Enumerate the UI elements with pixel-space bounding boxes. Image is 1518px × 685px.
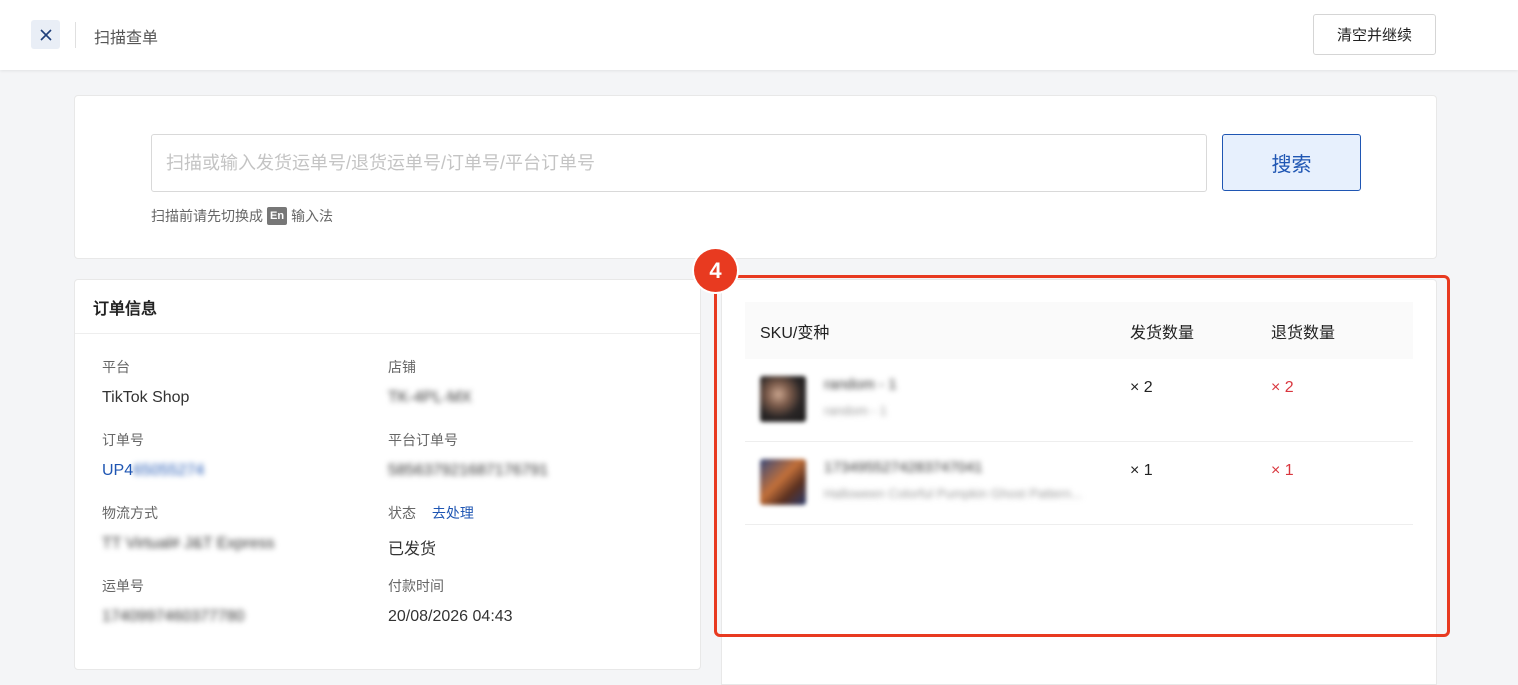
status-label: 状态 bbox=[388, 505, 416, 521]
store-value: TK-4PL-MX bbox=[388, 389, 472, 406]
table-row: random - 1 random - 1 × 2 × 2 bbox=[745, 359, 1413, 442]
clear-and-continue-button[interactable]: 清空并继续 bbox=[1313, 14, 1436, 55]
platform-order-label: 平台订单号 bbox=[388, 432, 458, 448]
status-row: 状态 去处理 bbox=[388, 503, 474, 523]
product-thumbnail bbox=[760, 459, 806, 505]
order-info-heading: 订单信息 bbox=[75, 280, 700, 334]
platform-order-field: 平台订单号 585637921687176791 bbox=[388, 430, 548, 480]
order-no-prefix: UP4 bbox=[102, 462, 134, 479]
paid-time-value: 20/08/2026 04:43 bbox=[388, 608, 513, 625]
title-divider bbox=[75, 22, 76, 48]
header-return-qty: 退货数量 bbox=[1271, 324, 1336, 342]
return-qty: × 1 bbox=[1271, 462, 1294, 479]
product-text: 1734955274283747041 Halloween Colorful P… bbox=[824, 459, 1124, 501]
header-sku: SKU/变种 bbox=[760, 324, 830, 342]
sku-cell: 1734955274283747041 Halloween Colorful P… bbox=[745, 442, 1130, 505]
order-no-field: 订单号 UP465055274 bbox=[102, 430, 204, 480]
product-name: 1734955274283747041 bbox=[824, 459, 983, 476]
header-ship-qty: 发货数量 bbox=[1130, 324, 1195, 342]
product-variant: random - 1 bbox=[824, 403, 887, 418]
platform-label: 平台 bbox=[102, 359, 130, 375]
hint-suffix: 输入法 bbox=[291, 208, 334, 224]
ship-qty: × 2 bbox=[1130, 379, 1153, 396]
search-button[interactable]: 搜索 bbox=[1222, 134, 1361, 191]
hint-prefix: 扫描前请先切换成 bbox=[151, 208, 263, 224]
input-method-hint: 扫描前请先切换成 En 输入法 bbox=[151, 206, 333, 226]
store-field: 店铺 TK-4PL-MX bbox=[388, 357, 472, 407]
close-button[interactable] bbox=[31, 20, 60, 49]
status-field: 状态 去处理 已发货 bbox=[388, 503, 474, 559]
order-no-rest: 65055274 bbox=[133, 462, 205, 479]
order-info-card: 订单信息 平台 TikTok Shop 店铺 TK-4PL-MX 订单号 UP4… bbox=[74, 279, 701, 670]
return-qty: × 2 bbox=[1271, 379, 1294, 396]
page-title: 扫描查单 bbox=[94, 30, 159, 47]
step-badge: 4 bbox=[694, 249, 737, 292]
logistics-field: 物流方式 TT Virtual# J&T Express bbox=[102, 503, 275, 553]
sku-table: SKU/变种 发货数量 退货数量 random - 1 random - 1 ×… bbox=[745, 302, 1413, 525]
sku-cell: random - 1 random - 1 bbox=[745, 359, 1130, 422]
table-row: 1734955274283747041 Halloween Colorful P… bbox=[745, 442, 1413, 525]
product-thumbnail bbox=[760, 376, 806, 422]
product-name: random - 1 bbox=[824, 376, 897, 393]
paid-time-label: 付款时间 bbox=[388, 578, 444, 594]
en-badge: En bbox=[267, 207, 288, 225]
waybill-label: 运单号 bbox=[102, 578, 144, 594]
table-header: SKU/变种 发货数量 退货数量 bbox=[745, 302, 1413, 359]
logistics-value: TT Virtual# J&T Express bbox=[102, 535, 275, 552]
store-label: 店铺 bbox=[388, 359, 416, 375]
search-card: 搜索 扫描前请先切换成 En 输入法 bbox=[74, 95, 1437, 259]
close-icon bbox=[39, 28, 52, 41]
ship-qty: × 1 bbox=[1130, 462, 1153, 479]
order-no-link[interactable]: UP465055274 bbox=[102, 462, 204, 480]
platform-field: 平台 TikTok Shop bbox=[102, 357, 189, 407]
platform-order-value: 585637921687176791 bbox=[388, 462, 549, 479]
paid-time-field: 付款时间 20/08/2026 04:43 bbox=[388, 576, 513, 626]
process-link[interactable]: 去处理 bbox=[432, 505, 474, 521]
waybill-value: 1740997460377780 bbox=[102, 608, 245, 625]
logistics-label: 物流方式 bbox=[102, 505, 158, 521]
product-variant: Halloween Colorful Pumpkin Ghost Pattern… bbox=[824, 486, 1082, 501]
product-text: random - 1 random - 1 bbox=[824, 376, 1124, 418]
platform-value: TikTok Shop bbox=[102, 389, 190, 406]
search-input[interactable] bbox=[151, 134, 1207, 192]
status-value: 已发货 bbox=[388, 541, 437, 558]
top-bar: 扫描查单 清空并继续 bbox=[0, 0, 1518, 70]
waybill-field: 运单号 1740997460377780 bbox=[102, 576, 244, 626]
order-no-label: 订单号 bbox=[102, 432, 144, 448]
